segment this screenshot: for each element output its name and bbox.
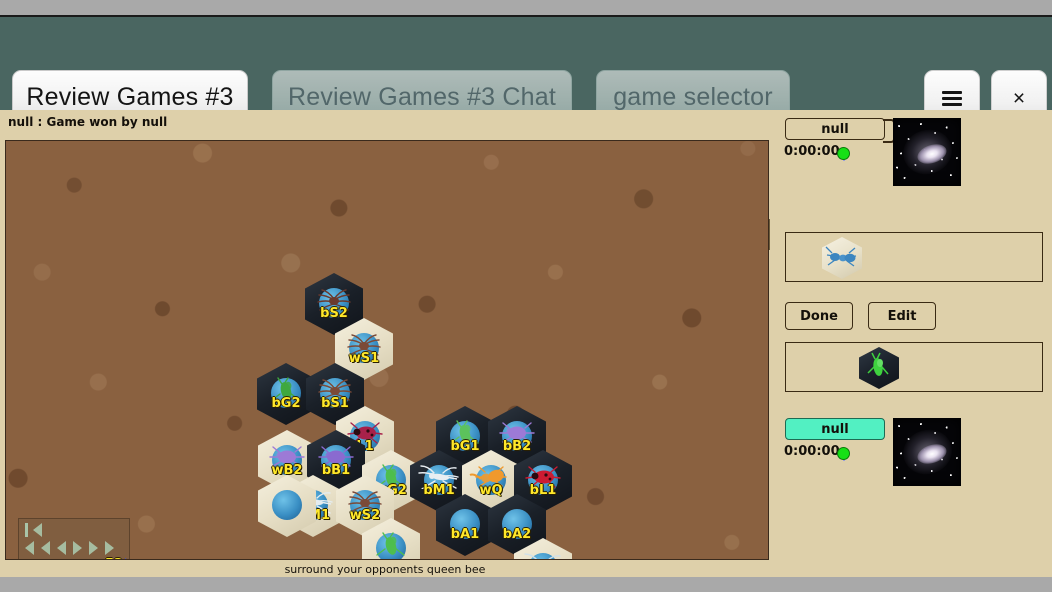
bottom-player-rack[interactable] — [785, 342, 1043, 392]
rack-tile-black-grasshopper[interactable] — [859, 347, 899, 389]
bottom-player-status-dot — [838, 448, 849, 459]
spider-icon — [342, 488, 388, 514]
tab-label: Review Games #3 — [26, 82, 234, 111]
edit-button[interactable]: Edit — [868, 302, 936, 330]
grasshopper-icon — [368, 531, 414, 557]
desktop-bottom-strip — [0, 577, 1052, 592]
game-status-bar: null : Game won by null — [0, 110, 770, 138]
next-icon[interactable] — [73, 541, 82, 555]
game-window: null : Game won by null Tile Size bS2wS1… — [0, 110, 1052, 580]
rewind-icon[interactable] — [25, 541, 34, 555]
game-hint-text: surround your opponents queen bee — [284, 563, 486, 576]
queen-icon — [468, 463, 514, 489]
fast-forward-icon[interactable] — [105, 541, 114, 555]
top-player-rack[interactable] — [785, 232, 1043, 282]
move-number: 52 — [105, 557, 123, 559]
mosquito-icon — [520, 551, 566, 559]
top-player-status-dot — [838, 148, 849, 159]
top-player-name-label: null — [821, 121, 849, 137]
playback-row-main — [19, 541, 129, 555]
top-player-name[interactable]: null — [785, 118, 885, 140]
ant-icon — [825, 246, 857, 267]
step-forward-icon[interactable] — [89, 541, 98, 555]
beetle-icon — [264, 443, 310, 469]
playback-row-top — [19, 523, 129, 537]
done-button-label: Done — [800, 308, 838, 324]
application-window: Review Games #3 Review Games #3 Chat gam… — [0, 0, 1052, 592]
spider-icon — [312, 376, 358, 402]
sidebar: null 0:00:00 Done Edit null 0:00:00 — [770, 110, 1052, 577]
game-status-text: null : Game won by null — [8, 115, 168, 129]
grasshopper-icon — [867, 352, 889, 376]
rewind-all-icon[interactable] — [33, 523, 42, 537]
desktop-top-strip — [0, 0, 1052, 15]
ladybug-icon — [520, 463, 566, 489]
window-header: Review Games #3 Review Games #3 Chat gam… — [0, 17, 1052, 126]
grasshopper-icon — [263, 376, 309, 402]
move-playback-controls[interactable]: 52 — [18, 518, 135, 559]
game-board[interactable]: bS2wS1 bG2bS1 L1 wB2 bB1 wG2 bG1 bB2 bM1 — [5, 140, 769, 560]
tab-label: Review Games #3 Chat — [287, 82, 556, 111]
close-icon: × — [1012, 86, 1026, 110]
bottom-player-name-label: null — [821, 421, 849, 437]
done-button[interactable]: Done — [785, 302, 853, 330]
ant-icon — [442, 507, 488, 533]
top-player-timer: 0:00:00 — [784, 144, 840, 159]
hamburger-icon — [942, 88, 962, 109]
spider-icon — [341, 331, 387, 357]
play-icon[interactable] — [125, 558, 135, 559]
edit-button-label: Edit — [887, 308, 917, 324]
prev-icon[interactable] — [57, 541, 66, 555]
top-player-avatar[interactable] — [893, 118, 961, 186]
spider-icon — [311, 286, 357, 312]
beetle-icon — [313, 443, 359, 469]
bottom-player-avatar[interactable] — [893, 418, 961, 486]
bottom-player-timer: 0:00:00 — [784, 444, 840, 459]
mosquito-icon — [416, 463, 462, 490]
blank-icon — [264, 488, 310, 514]
grasshopper-icon — [442, 419, 488, 445]
beetle-icon — [494, 419, 540, 445]
ant-icon — [494, 507, 540, 533]
first-move-icon[interactable] — [25, 523, 28, 537]
rack-tile-white-ant[interactable] — [822, 237, 862, 279]
tab-label: game selector — [613, 82, 773, 111]
step-back-icon[interactable] — [41, 541, 50, 555]
bottom-player-name[interactable]: null — [785, 418, 885, 440]
